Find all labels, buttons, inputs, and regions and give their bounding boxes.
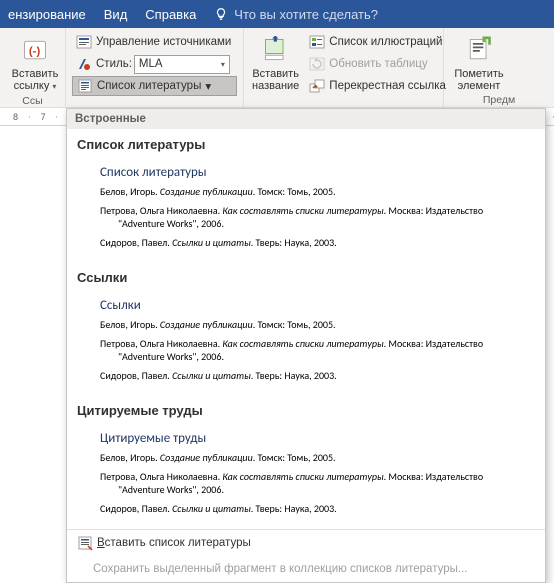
gallery-item[interactable]: Список литературы Список литературы Белов,… <box>67 133 545 266</box>
insert-caption-button[interactable]: Вставитьназвание <box>250 32 301 104</box>
bibliography-entry: Петрова, Ольга Николаевна. Как составлят… <box>100 204 524 230</box>
manage-sources-button[interactable]: Управление источниками <box>72 32 237 52</box>
insert-bibliography-icon <box>77 535 93 551</box>
ruler-tick: 7 <box>30 112 58 122</box>
bibliography-entry: Петрова, Ольга Николаевна. Как составлят… <box>100 337 524 363</box>
mark-entry-label2: элемент <box>458 80 501 92</box>
tab-review[interactable]: ензирование <box>8 7 86 22</box>
insert-bibliography-label: Вставить список литературы <box>97 537 251 549</box>
gallery-category: Список литературы <box>77 137 535 152</box>
gallery-footer: Вставить список литературы Сохранить выд… <box>67 529 545 582</box>
insert-caption-label2: название <box>252 80 299 92</box>
manage-sources-label: Управление источниками <box>96 36 231 48</box>
lightbulb-icon <box>214 7 228 21</box>
gallery-header: Встроенные <box>67 109 545 129</box>
insert-citation-label2: ссылку <box>14 80 50 92</box>
bibliography-entry: Сидоров, Павел. Ссылки и цитаты. Тверь: … <box>100 236 524 249</box>
group-label-citations: Ссы <box>6 95 59 105</box>
insert-citation-label1: Вставить <box>12 68 59 80</box>
gallery-category: Цитируемые труды <box>77 403 535 418</box>
bibliography-entry: Сидоров, Павел. Ссылки и цитаты. Тверь: … <box>100 502 524 515</box>
insert-citation-icon: (-) <box>19 34 51 66</box>
bibliography-gallery: Встроенные Список литературыСписок литер… <box>66 108 546 583</box>
title-bar: ензирование Вид Справка Что вы хотите сд… <box>0 0 554 28</box>
insert-caption-label1: Вставить <box>252 68 299 80</box>
gallery-list: Список литературы Список литературы Белов,… <box>67 129 545 529</box>
tab-help[interactable]: Справка <box>145 7 196 22</box>
gallery-preview: Список литературы Белов, Игорь. Создание … <box>77 158 535 258</box>
ribbon-group-citations-left: (-) Вставитьссылку ▾ Ссы <box>0 28 66 107</box>
update-table-button: Обновить таблицу <box>305 54 450 74</box>
insert-caption-icon <box>260 34 292 66</box>
preview-title: Ссылки <box>100 298 524 313</box>
gallery-item[interactable]: Ссылки Ссылки Белов, Игорь. Создание публи… <box>67 266 545 399</box>
style-label: Стиль: <box>96 58 132 70</box>
table-of-figures-label: Список иллюстраций <box>329 36 442 48</box>
tell-me-search[interactable]: Что вы хотите сделать? <box>214 7 378 22</box>
mark-entry-label1: Пометить <box>454 68 503 80</box>
preview-title: Список литературы <box>100 165 524 180</box>
table-of-figures-icon <box>309 34 325 50</box>
chevron-down-icon: ▾ <box>52 82 56 91</box>
style-icon <box>76 56 92 72</box>
gallery-preview: Цитируемые труды Белов, Игорь. Создание п… <box>77 424 535 524</box>
preview-title: Цитируемые труды <box>100 431 524 446</box>
cross-reference-label: Перекрестная ссылка <box>329 80 446 92</box>
update-table-icon <box>309 56 325 72</box>
insert-citation-button[interactable]: (-) Вставитьссылку ▾ <box>6 32 64 95</box>
chevron-down-icon: ▾ <box>205 79 211 93</box>
bibliography-entry: Белов, Игорь. Создание публикации. Томск… <box>100 185 524 198</box>
save-selection-button: Сохранить выделенный фрагмент в коллекци… <box>67 556 545 582</box>
tell-me-label: Что вы хотите сделать? <box>234 7 378 22</box>
group-label-index: Предм <box>450 94 548 105</box>
bibliography-icon <box>77 78 93 94</box>
save-selection-label: Сохранить выделенный фрагмент в коллекци… <box>93 563 467 575</box>
chevron-down-icon: ▾ <box>221 60 225 69</box>
style-value: MLA <box>139 58 163 70</box>
ruler-tick: 8 <box>2 112 30 122</box>
ribbon: (-) Вставитьссылку ▾ Ссы Управление исто… <box>0 28 554 108</box>
bibliography-entry: Белов, Игорь. Создание публикации. Томск… <box>100 318 524 331</box>
bibliography-entry: Петрова, Ольга Николаевна. Как составлят… <box>100 470 524 496</box>
ribbon-group-index: Пометитьэлемент Предм <box>444 28 554 107</box>
bibliography-dropdown-button[interactable]: Список литературы ▾ <box>72 76 237 96</box>
style-select[interactable]: MLA ▾ <box>134 55 230 74</box>
style-row: Стиль: MLA ▾ <box>72 54 237 74</box>
table-of-figures-button[interactable]: Список иллюстраций <box>305 32 450 52</box>
svg-text:(-): (-) <box>29 45 41 57</box>
insert-bibliography-button[interactable]: Вставить список литературы <box>67 530 545 556</box>
ribbon-group-captions: Вставитьназвание Список иллюстраций Обно… <box>244 28 444 107</box>
gallery-item[interactable]: Цитируемые труды Цитируемые труды Белов, И… <box>67 399 545 529</box>
gallery-preview: Ссылки Белов, Игорь. Создание публикации.… <box>77 291 535 391</box>
bibliography-entry: Белов, Игорь. Создание публикации. Томск… <box>100 451 524 464</box>
bibliography-label: Список литературы <box>97 80 201 92</box>
ribbon-group-citations-right: Управление источниками Стиль: MLA ▾ Спис… <box>66 28 244 107</box>
gallery-category: Ссылки <box>77 270 535 285</box>
update-table-label: Обновить таблицу <box>329 58 427 70</box>
cross-reference-icon <box>309 78 325 94</box>
manage-sources-icon <box>76 34 92 50</box>
cross-reference-button[interactable]: Перекрестная ссылка <box>305 76 450 96</box>
tab-view[interactable]: Вид <box>104 7 128 22</box>
bibliography-entry: Сидоров, Павел. Ссылки и цитаты. Тверь: … <box>100 369 524 382</box>
mark-entry-button[interactable]: Пометитьэлемент <box>450 32 508 94</box>
mark-entry-icon <box>463 34 495 66</box>
group-label-captions <box>250 104 437 105</box>
